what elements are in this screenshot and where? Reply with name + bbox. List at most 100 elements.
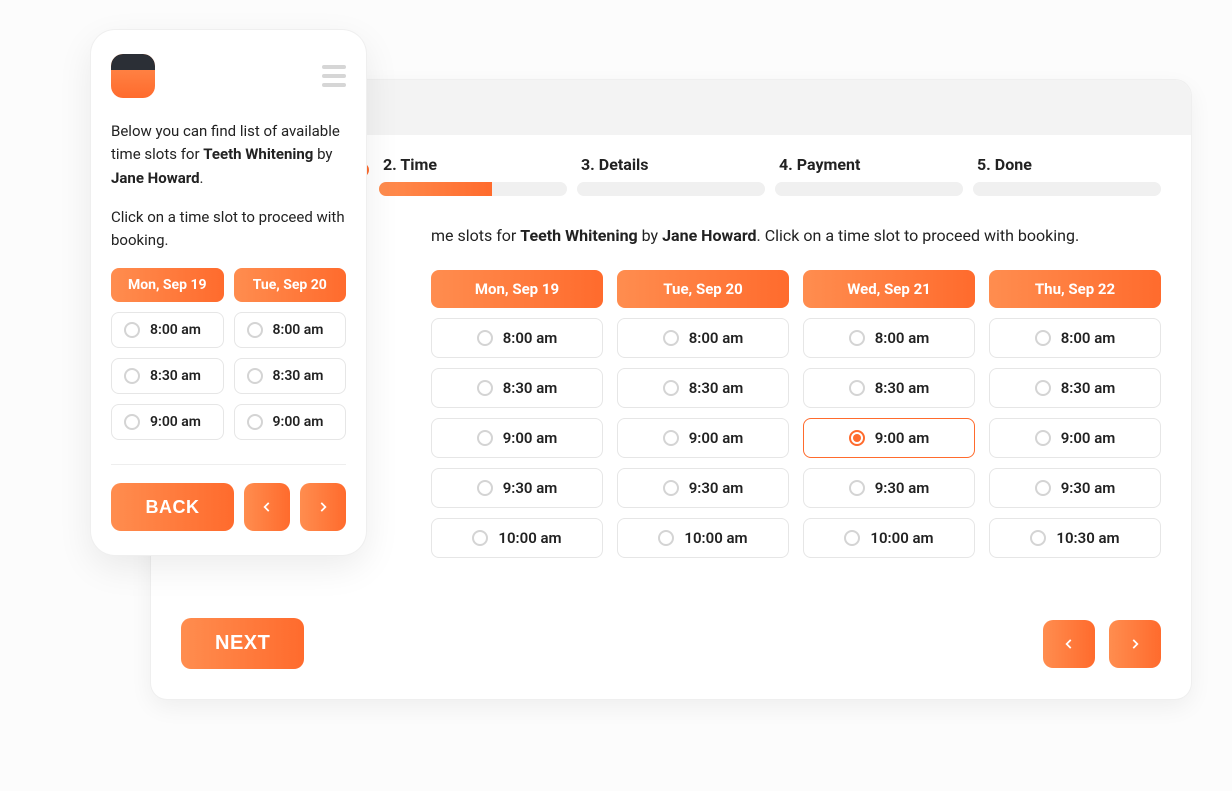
- back-button[interactable]: BACK: [111, 483, 234, 531]
- radio-icon: [247, 368, 263, 384]
- time-slot[interactable]: 8:30 am: [989, 368, 1161, 408]
- time-slot[interactable]: 9:00 am: [431, 418, 603, 458]
- time-slot[interactable]: 8:00 am: [803, 318, 975, 358]
- step[interactable]: 2. Time: [379, 155, 567, 196]
- mobile-time-grid: Mon, Sep 198:00 am8:30 am9:00 amTue, Sep…: [111, 268, 346, 440]
- time-slot[interactable]: 8:30 am: [803, 368, 975, 408]
- time-slot[interactable]: 9:30 am: [989, 468, 1161, 508]
- time-slot-label: 8:30 am: [150, 368, 201, 384]
- next-day-button[interactable]: [300, 483, 346, 531]
- radio-icon: [124, 414, 140, 430]
- time-slot[interactable]: 10:00 am: [803, 518, 975, 558]
- radio-icon: [1035, 480, 1051, 496]
- staff-name: Jane Howard: [111, 169, 200, 187]
- radio-icon: [844, 530, 860, 546]
- service-name: Teeth Whitening: [520, 226, 637, 245]
- time-slot[interactable]: 10:00 am: [617, 518, 789, 558]
- step-progress-bar: [775, 182, 963, 196]
- time-slot-label: 8:30 am: [875, 379, 930, 397]
- day-header: Mon, Sep 19: [431, 270, 603, 308]
- day-header: Wed, Sep 21: [803, 270, 975, 308]
- radio-icon: [477, 380, 493, 396]
- radio-icon: [1035, 330, 1051, 346]
- day-column: Tue, Sep 20 8:00 am 8:30 am 9:00 am: [234, 268, 347, 440]
- time-slot[interactable]: 9:30 am: [431, 468, 603, 508]
- radio-icon: [849, 480, 865, 496]
- time-slot-label: 9:00 am: [503, 429, 558, 447]
- radio-icon: [663, 430, 679, 446]
- radio-icon: [124, 322, 140, 338]
- time-slot-label: 9:00 am: [875, 429, 930, 447]
- desc-fragment: .: [200, 169, 204, 187]
- time-slot-label: 9:30 am: [689, 479, 744, 497]
- time-slot[interactable]: 8:00 am: [234, 312, 347, 348]
- desc-fragment: me slots for: [431, 226, 520, 245]
- step[interactable]: 5. Done: [973, 155, 1161, 196]
- radio-icon: [663, 380, 679, 396]
- time-slot[interactable]: 9:30 am: [617, 468, 789, 508]
- radio-icon: [477, 430, 493, 446]
- radio-icon: [1030, 530, 1046, 546]
- radio-icon: [849, 430, 865, 446]
- time-slot-label: 8:00 am: [273, 322, 324, 338]
- time-slot-label: 9:30 am: [1061, 479, 1116, 497]
- radio-icon: [124, 368, 140, 384]
- radio-icon: [1035, 380, 1051, 396]
- hamburger-icon: [322, 83, 346, 87]
- time-slot[interactable]: 8:30 am: [111, 358, 224, 394]
- time-slot[interactable]: 9:00 am: [111, 404, 224, 440]
- time-slot[interactable]: 8:30 am: [617, 368, 789, 408]
- prev-day-button[interactable]: [244, 483, 290, 531]
- day-column: Mon, Sep 19 8:00 am 8:30 am 9:00 am: [111, 268, 224, 440]
- step[interactable]: 3. Details: [577, 155, 765, 196]
- desc-fragment: by: [638, 226, 662, 245]
- time-slot[interactable]: 9:00 am: [617, 418, 789, 458]
- time-slot-label: 9:00 am: [150, 414, 201, 430]
- time-slot[interactable]: 8:00 am: [989, 318, 1161, 358]
- next-week-button[interactable]: [1109, 620, 1161, 668]
- prev-week-button[interactable]: [1043, 620, 1095, 668]
- mobile-description-2: Click on a time slot to proceed with boo…: [111, 206, 346, 253]
- chevron-left-icon: [1062, 637, 1076, 651]
- time-slot-label: 8:00 am: [150, 322, 201, 338]
- hamburger-icon: [322, 74, 346, 78]
- hamburger-icon: [322, 65, 346, 69]
- step[interactable]: 4. Payment: [775, 155, 963, 196]
- chevron-right-icon: [316, 500, 330, 514]
- time-slot-label: 10:30 am: [1056, 529, 1119, 547]
- menu-button[interactable]: [322, 65, 346, 87]
- day-header: Mon, Sep 19: [111, 268, 224, 302]
- radio-icon: [477, 480, 493, 496]
- next-button[interactable]: NEXT: [181, 618, 304, 669]
- desc-fragment: . Click on a time slot to proceed with b…: [757, 226, 1080, 245]
- radio-icon: [247, 322, 263, 338]
- time-slot[interactable]: 10:30 am: [989, 518, 1161, 558]
- radio-icon: [849, 330, 865, 346]
- time-slot-label: 10:00 am: [870, 529, 933, 547]
- time-slot-label: 8:00 am: [875, 329, 930, 347]
- time-slot[interactable]: 9:00 am: [803, 418, 975, 458]
- time-slot[interactable]: 8:00 am: [617, 318, 789, 358]
- time-slot[interactable]: 9:00 am: [234, 404, 347, 440]
- time-slot[interactable]: 9:30 am: [803, 468, 975, 508]
- time-slot-label: 8:30 am: [689, 379, 744, 397]
- time-slot-label: 8:00 am: [689, 329, 744, 347]
- time-slot[interactable]: 8:00 am: [111, 312, 224, 348]
- time-slot-label: 8:30 am: [1061, 379, 1116, 397]
- day-header: Tue, Sep 20: [234, 268, 347, 302]
- time-slot[interactable]: 10:00 am: [431, 518, 603, 558]
- desktop-description: me slots for Teeth Whitening by Jane How…: [431, 224, 1161, 248]
- time-slot[interactable]: 8:00 am: [431, 318, 603, 358]
- day-column: Mon, Sep 19 8:00 am 8:30 am 9:00 am 9:30 am 1…: [431, 270, 603, 558]
- time-slot[interactable]: 8:30 am: [234, 358, 347, 394]
- divider: [111, 464, 346, 465]
- radio-icon: [663, 330, 679, 346]
- time-slot-label: 9:30 am: [503, 479, 558, 497]
- time-slot[interactable]: 8:30 am: [431, 368, 603, 408]
- radio-icon: [477, 330, 493, 346]
- time-slot-label: 8:00 am: [1061, 329, 1116, 347]
- time-slot[interactable]: 9:00 am: [989, 418, 1161, 458]
- radio-icon: [663, 480, 679, 496]
- step-progress-bar: [973, 182, 1161, 196]
- step-progress-bar: [577, 182, 765, 196]
